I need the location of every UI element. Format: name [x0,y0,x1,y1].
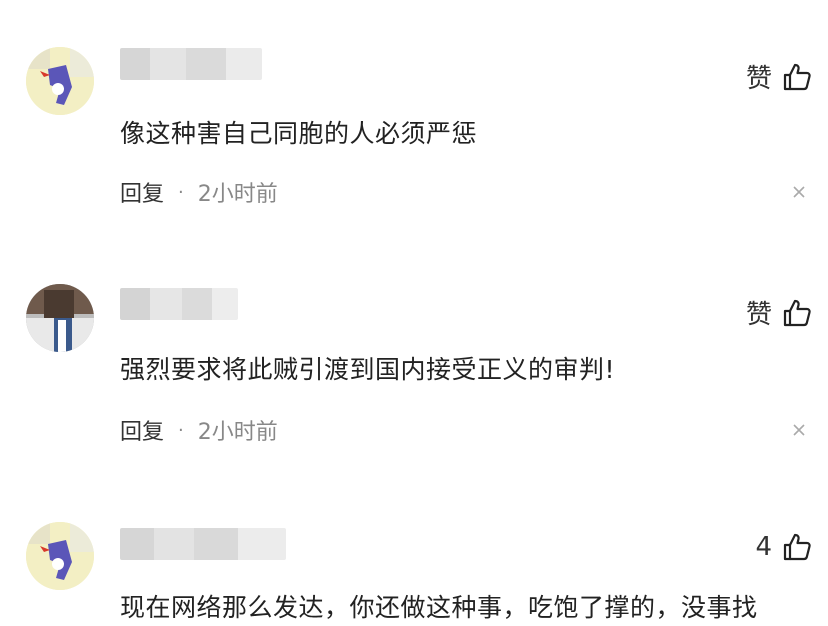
timestamp: 2小时前 [197,182,278,207]
thumbs-up-icon [783,299,811,326]
thumbs-up-icon [783,533,811,561]
photo-avatar-image [26,284,94,352]
thumbs-up-icon [783,63,811,90]
reply-button[interactable]: 回复 [120,414,164,446]
comment-text: 像这种害自己同胞的人必须严惩 [120,119,478,148]
cartoon-avatar-image [26,522,94,590]
like-button[interactable]: 赞 [746,58,812,95]
username-blurred[interactable] [120,288,238,320]
avatar[interactable] [26,522,94,590]
close-icon[interactable] [792,423,806,437]
comment-text: 现在网络那么发达，你还做这种事，吃饱了撑的，没事找 [120,593,758,622]
avatar[interactable] [26,284,94,352]
username-blurred[interactable] [120,528,286,560]
comment-meta: 回复 · 2小时前 [120,414,278,446]
cartoon-avatar-image [26,47,94,115]
like-count: 4 [755,532,772,562]
like-label: 赞 [745,300,772,330]
username-blurred[interactable] [120,48,262,80]
like-button[interactable]: 赞 [746,294,812,331]
timestamp: 2小时前 [197,420,278,445]
comment-text: 强烈要求将此贼引渡到国内接受正义的审判! [120,355,616,384]
like-button[interactable]: 4 [755,532,812,562]
comment-meta: 回复 · 2小时前 [120,176,278,208]
separator-dot: · [178,419,184,441]
like-label: 赞 [745,64,772,94]
separator-dot: · [178,181,184,203]
reply-button[interactable]: 回复 [120,176,164,208]
close-icon[interactable] [792,185,806,199]
avatar[interactable] [26,47,94,115]
